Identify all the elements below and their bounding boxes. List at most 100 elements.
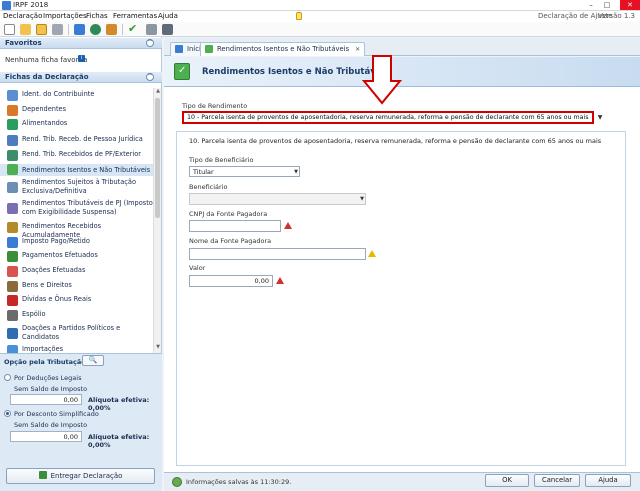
document-icon [7,182,18,193]
sidebar-item-rend-pj[interactable]: Rend. Trib. Receb. de Pessoa Jurídica [0,135,153,146]
menu-ferramentas[interactable]: Ferramentas [113,12,157,20]
deliver-declaration-button[interactable]: Entregar Declaração [6,468,155,484]
sidebar-item-rend-pf[interactable]: Rend. Trib. Recebidos de PF/Exterior [0,150,153,161]
tab-strip: Início Rendimentos Isentos e Não Tributá… [164,38,640,56]
nome-fonte-input[interactable] [189,248,366,260]
sidebar-item-alimentandos[interactable]: Alimentandos [0,119,153,130]
toolbar: ✔ [0,22,640,37]
document-icon [7,203,18,214]
simpl-value: 0,00 [10,431,82,442]
menu-ajuda[interactable]: Ajuda [158,12,178,20]
collapse-icon[interactable]: ^ [146,73,154,81]
sidebar-item-pagamentos[interactable]: Pagamentos Efetuados [0,251,153,262]
legal-saldo-label: Sem Saldo de Imposto [14,385,88,393]
version-label: Versão 1.3 [598,12,636,20]
info-icon[interactable]: i [78,55,85,62]
globe-icon[interactable] [90,24,101,35]
beneficiario-tipo-label: Tipo de Beneficiário [189,156,254,164]
lock-icon [296,12,302,20]
warning-icon [368,250,376,257]
simplified-discount-radio[interactable] [4,410,11,417]
simplified-discount-label: Por Desconto Simplificado [14,410,99,418]
app-icon [2,1,11,10]
sidebar-item-dependentes[interactable]: Dependentes [0,105,153,116]
sidebar-item-dividas[interactable]: Dívidas e Ônus Reais [0,295,153,306]
fichas-list: Ident. do Contribuinte Dependentes Alime… [0,88,153,353]
tab-rendimentos-isentos[interactable]: Rendimentos Isentos e Não Tributáveis ✕ [200,42,366,56]
help-button[interactable]: Ajuda [585,474,631,487]
menu-bar: Declaração Importações Fichas Ferramenta… [0,11,640,22]
coins-icon [7,222,18,233]
cnpj-label: CNPJ da Fonte Pagadora [189,210,268,218]
sidebar-item-identificacao[interactable]: Ident. do Contribuinte [0,90,153,101]
sidebar-item-exclusiva[interactable]: Rendimentos Sujeitos à Tributação Exclus… [0,178,153,196]
minimize-button[interactable]: – [584,0,598,10]
cnpj-input[interactable] [189,220,281,232]
sidebar-item-isentos[interactable]: Rendimentos Isentos e Não Tributáveis [0,164,153,176]
toolbar-separator [122,24,123,35]
valor-label: Valor [189,264,206,272]
sidebar-item-importacoes[interactable]: Importações [0,345,153,353]
check-icon [7,164,18,175]
sidebar-item-imposto-pago[interactable]: Imposto Pago/Retido [0,237,153,248]
people-icon [7,105,18,116]
scroll-up-icon[interactable]: ▲ [154,88,162,96]
import-icon[interactable] [74,24,85,35]
page-header: Rendimentos Isentos e Não Tributáveis [164,57,640,87]
sidebar-scrollbar[interactable]: ▲ ▼ [153,88,161,353]
search-icon[interactable]: 🔍 [82,355,104,366]
favorites-header[interactable]: Favoritos ^ [0,38,162,49]
form-panel [176,131,626,466]
fichas-header[interactable]: Fichas da Declaração ^ [0,72,162,83]
sidebar-item-doacoes[interactable]: Doações Efetuadas [0,266,153,277]
status-message: Informações salvas às 11:30:29. [186,478,292,486]
close-button[interactable]: ✕ [620,0,640,10]
scroll-down-icon[interactable]: ▼ [154,344,162,352]
legal-value: 0,00 [10,394,82,405]
close-tab-icon[interactable]: ✕ [355,46,360,53]
collapse-icon[interactable]: ^ [146,39,154,47]
toolbar-separator [68,24,69,35]
vote-icon [7,328,18,339]
globe-icon [7,150,18,161]
save-icon[interactable] [36,24,47,35]
legal-deductions-label: Por Deduções Legais [14,374,82,382]
menu-declaracao[interactable]: Declaração [3,12,42,20]
check-icon[interactable]: ✔ [128,23,139,35]
favorites-empty-text: Nenhuma ficha favorita [5,56,88,64]
sidebar-item-exigibilidade[interactable]: Rendimentos Tributáveis de PJ (Imposto c… [0,199,153,217]
legal-deductions-radio[interactable] [4,374,11,381]
maximize-button[interactable]: □ [600,0,614,10]
valor-input[interactable]: 0,00 [189,275,273,287]
beneficiario-tipo-select[interactable]: Titular ▼ [189,166,300,177]
open-folder-icon[interactable] [20,24,31,35]
sidebar-item-bens[interactable]: Bens e Direitos [0,281,153,292]
menu-importacoes[interactable]: Importações [43,12,87,20]
nome-fonte-label: Nome da Fonte Pagadora [189,237,272,245]
chevron-down-icon[interactable]: ▼ [595,112,605,123]
house-icon [7,281,18,292]
saved-check-icon [172,477,182,487]
sidebar-item-espolio[interactable]: Espólio [0,310,153,321]
new-file-icon[interactable] [4,24,15,35]
check-icon [205,45,213,53]
tipo-rendimento-select[interactable]: 10 - Parcela isenta de proventos de apos… [182,111,594,124]
ok-button[interactable]: OK [485,474,529,487]
scrollbar-thumb[interactable] [155,98,160,218]
simpl-aliquota: Alíquota efetiva: 0,00% [88,433,150,449]
gift-icon [7,266,18,277]
print-icon[interactable] [146,24,157,35]
delete-icon[interactable] [52,24,63,35]
export-icon[interactable] [106,24,117,35]
cancel-button[interactable]: Cancelar [534,474,580,487]
error-icon [284,222,292,229]
menu-fichas[interactable]: Fichas [86,12,108,20]
sidebar-item-partidos[interactable]: Doações a Partidos Políticos e Candidato… [0,324,153,342]
chevron-down-icon: ▼ [294,169,298,175]
annotation-arrow [362,55,402,105]
calculator-icon[interactable] [162,24,173,35]
check-icon [174,63,190,80]
window-title: IRPF 2018 [13,1,49,9]
legal-aliquota: Alíquota efetiva: 0,00% [88,396,150,412]
coins-icon [7,237,18,248]
